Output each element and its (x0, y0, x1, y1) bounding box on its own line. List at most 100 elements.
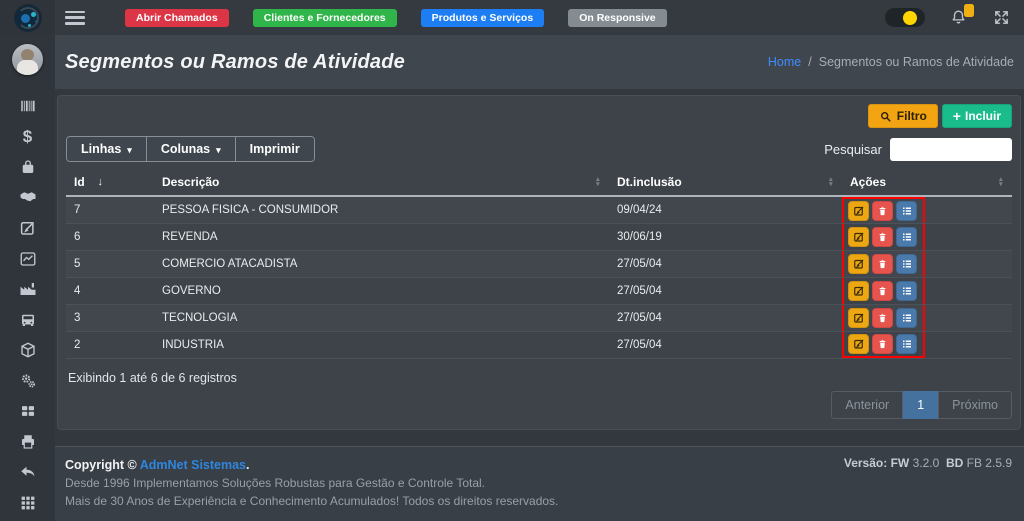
delete-button[interactable] (872, 254, 893, 274)
sort-icon: ▲▼ (595, 177, 601, 187)
breadcrumb: Home / Segmentos ou Ramos de Atividade (768, 55, 1014, 69)
on-responsive-button[interactable]: On Responsive (568, 9, 666, 27)
copyright-line: Copyright © AdmNet Sistemas. (65, 456, 558, 474)
row-actions-annotation-box (842, 278, 925, 304)
pagination-next-button[interactable]: Próximo (938, 391, 1012, 419)
table-row: 4 GOVERNO 27/05/04 (66, 278, 1012, 305)
details-list-button[interactable] (896, 254, 917, 274)
delete-button[interactable] (872, 308, 893, 328)
gears-icon[interactable] (19, 372, 37, 390)
hamburger-menu-icon[interactable] (65, 11, 85, 25)
cell-acoes (842, 224, 1012, 251)
sort-icon: ▲▼ (828, 177, 834, 187)
table-header-row: Id ↓ Descrição ▲▼ Dt.inclusão ▲▼ (66, 169, 1012, 196)
chart-line-icon[interactable] (19, 250, 37, 268)
notification-badge (964, 4, 974, 17)
cell-dt-inclusao: 27/05/04 (609, 251, 842, 278)
grid-menu-icon[interactable] (19, 494, 37, 512)
user-avatar[interactable] (12, 44, 43, 75)
shopping-bag-icon[interactable] (19, 158, 37, 176)
edit-square-icon[interactable] (19, 219, 37, 237)
cell-dt-inclusao: 27/05/04 (609, 278, 842, 305)
navbar-right (885, 7, 1010, 29)
cell-descricao: REVENDA (154, 224, 609, 251)
barcode-icon[interactable] (19, 97, 37, 115)
incluir-button[interactable]: + Incluir (942, 104, 1012, 128)
fullscreen-icon[interactable] (993, 9, 1010, 26)
edit-button[interactable] (848, 201, 869, 221)
column-header-dt-inclusao[interactable]: Dt.inclusão ▲▼ (609, 169, 842, 196)
filtro-button[interactable]: Filtro (868, 104, 938, 128)
caret-down-icon: ▾ (216, 145, 221, 156)
plus-icon: + (953, 111, 961, 121)
cell-id: 2 (66, 332, 154, 359)
column-header-acoes[interactable]: Ações ▲▼ (842, 169, 1012, 196)
clientes-fornecedores-button[interactable]: Clientes e Fornecedores (253, 9, 397, 27)
pagination-previous-button[interactable]: Anterior (831, 391, 903, 419)
row-actions-annotation-box (842, 197, 925, 223)
cell-acoes (842, 251, 1012, 278)
app-logo-icon (15, 5, 41, 31)
theme-toggle[interactable] (885, 8, 925, 27)
details-list-button[interactable] (896, 201, 917, 221)
row-actions-annotation-box (842, 251, 925, 277)
footer-tagline-1: Desde 1996 Implementamos Soluções Robust… (65, 474, 558, 492)
edit-button[interactable] (848, 227, 869, 247)
footer-tagline-2: Mais de 30 Anos de Experiência e Conheci… (65, 492, 558, 510)
content-area: Filtro + Incluir Linhas▾ Colunas▾ Imprim… (55, 89, 1024, 446)
box-icon[interactable] (19, 341, 37, 359)
details-list-button[interactable] (896, 334, 917, 354)
factory-icon[interactable] (19, 280, 37, 298)
delete-button[interactable] (872, 334, 893, 354)
truck-icon[interactable] (19, 311, 37, 329)
cell-descricao: INDUSTRIA (154, 332, 609, 359)
edit-button[interactable] (848, 254, 869, 274)
cell-id: 4 (66, 278, 154, 305)
segments-table: Id ↓ Descrição ▲▼ Dt.inclusão ▲▼ (66, 169, 1012, 359)
delete-button[interactable] (872, 201, 893, 221)
table-grid-icon[interactable] (19, 402, 37, 420)
abrir-chamados-button[interactable]: Abrir Chamados (125, 9, 229, 27)
details-list-button[interactable] (896, 227, 917, 247)
pagination: Anterior 1 Próximo (831, 391, 1012, 419)
sort-icon: ▲▼ (998, 177, 1004, 187)
page-header: Segmentos ou Ramos de Atividade Home / S… (55, 35, 1024, 89)
brand-area[interactable] (0, 0, 55, 35)
details-list-button[interactable] (896, 281, 917, 301)
linhas-dropdown[interactable]: Linhas▾ (67, 137, 147, 161)
row-actions-annotation-box (842, 305, 925, 331)
printer-icon[interactable] (19, 433, 37, 451)
notifications-bell-icon[interactable] (949, 7, 969, 29)
admnet-link[interactable]: AdmNet Sistemas (140, 458, 246, 472)
column-header-descricao[interactable]: Descrição ▲▼ (154, 169, 609, 196)
table-row: 7 PESSOA FISICA - CONSUMIDOR 09/04/24 (66, 196, 1012, 224)
records-summary: Exibindo 1 até 6 de 6 registros (68, 371, 1012, 385)
pagination-page-1-button[interactable]: 1 (903, 391, 938, 419)
edit-button[interactable] (848, 308, 869, 328)
breadcrumb-home-link[interactable]: Home (768, 55, 801, 69)
delete-button[interactable] (872, 281, 893, 301)
details-list-button[interactable] (896, 308, 917, 328)
table-toolbar: Linhas▾ Colunas▾ Imprimir (66, 136, 315, 162)
table-row: 6 REVENDA 30/06/19 (66, 224, 1012, 251)
search-input[interactable] (890, 138, 1012, 161)
handshake-icon[interactable] (19, 189, 37, 207)
sort-desc-icon: ↓ (97, 176, 103, 188)
quick-buttons: Abrir Chamados Clientes e Fornecedores P… (125, 9, 667, 27)
delete-button[interactable] (872, 227, 893, 247)
cell-descricao: GOVERNO (154, 278, 609, 305)
cell-acoes (842, 196, 1012, 224)
column-header-id[interactable]: Id ↓ (66, 169, 154, 196)
search-icon (879, 110, 892, 123)
dollar-sign-icon[interactable]: $ (19, 128, 37, 146)
cell-acoes (842, 332, 1012, 359)
edit-button[interactable] (848, 334, 869, 354)
undo-arrow-icon[interactable] (19, 463, 37, 481)
cell-id: 3 (66, 305, 154, 332)
breadcrumb-separator: / (808, 55, 811, 69)
produtos-servicos-button[interactable]: Produtos e Serviços (421, 9, 545, 27)
colunas-dropdown[interactable]: Colunas▾ (147, 137, 236, 161)
imprimir-button[interactable]: Imprimir (236, 137, 314, 161)
edit-button[interactable] (848, 281, 869, 301)
app-window: Abrir Chamados Clientes e Fornecedores P… (0, 0, 1024, 521)
